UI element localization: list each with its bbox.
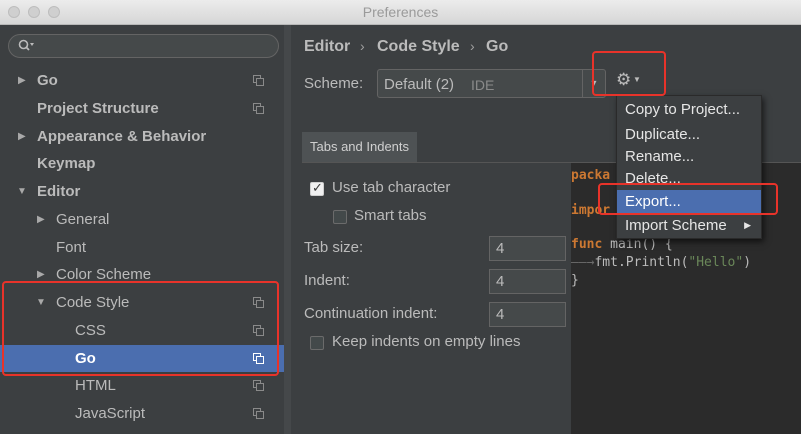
window-title: Preferences [362,4,439,20]
menu-item-label: Import Scheme [625,217,727,234]
scheme-value: Default (2) [384,76,455,93]
copy-icon [253,103,264,114]
continuation-indent-label: Continuation indent: [304,305,438,322]
sidebar-item-javascript[interactable]: JavaScript [0,400,284,427]
settings-pane: Use tab character Smart tabs Tab size: 4… [302,163,571,434]
code-package-keyword: packa [571,168,611,183]
menu-item-rename[interactable]: Rename... [617,145,761,168]
scheme-tag: IDE [471,77,495,93]
collapse-arrow-icon[interactable]: ▼ [17,178,27,205]
smart-tabs-checkbox[interactable] [333,210,347,224]
code-func-keyword: func [571,237,603,252]
use-tab-character-label: Use tab character [332,179,451,196]
indent-label: Indent: [304,272,350,289]
sidebar-item-project-structure[interactable]: Project Structure [0,95,284,122]
tab-size-field[interactable]: 4 [489,236,566,261]
highlight-box-export [598,183,778,215]
keep-indents-label: Keep indents on empty lines [332,333,521,350]
expand-arrow-icon[interactable]: ▶ [18,67,26,94]
expand-arrow-icon[interactable]: ▶ [18,123,26,150]
breadcrumb-go: Go [486,38,509,55]
tab-size-label: Tab size: [304,239,364,256]
use-tab-character-checkbox[interactable] [310,180,324,196]
menu-item-copy-to-project[interactable]: Copy to Project... [617,98,761,121]
sidebar-item-label: Keymap [37,155,96,172]
highlight-box-gear [592,51,666,96]
sidebar-item-label: Appearance & Behavior [37,128,207,145]
sidebar-item-label: Editor [37,183,81,200]
expand-arrow-icon[interactable]: ▶ [37,206,45,233]
sidebar-item-label: Font [56,239,87,256]
sidebar-item-keymap[interactable]: Keymap [0,150,284,177]
sidebar-item-label: HTML [75,377,116,394]
smart-tabs-label: Smart tabs [354,207,427,224]
indent-field[interactable]: 4 [489,269,566,294]
breadcrumb-separator: › [470,38,475,54]
sidebar-item-html[interactable]: HTML [0,372,284,399]
scheme-label: Scheme: [304,75,364,92]
sidebar-item-label: Project Structure [37,100,159,117]
code-line-println: ——→fmt.Println("Hello") [571,255,751,270]
sidebar-item-label: JavaScript [75,405,146,422]
copy-icon [253,380,264,391]
tab-tabs-and-indents[interactable]: Tabs and Indents [302,132,418,162]
sidebar-item-label: General [56,211,110,228]
code-string: "Hello" [688,255,744,270]
title-bar: Preferences [0,0,801,25]
search-input[interactable] [8,34,279,58]
code-func-signature: main() { [602,237,673,252]
tab-arrow-icon: ——→ [571,255,595,270]
gear-dropdown-menu: Copy to Project... Duplicate... Rename..… [616,95,762,239]
sidebar-item-font[interactable]: Font [0,234,284,261]
search-icon [18,39,34,56]
sidebar-scrollbar[interactable] [284,25,291,434]
code-line-func: func main() { [571,237,673,252]
breadcrumb-editor[interactable]: Editor [304,38,350,56]
submenu-arrow-icon: ▶ [744,220,751,230]
copy-icon [253,408,264,419]
code-closing-brace: } [571,273,579,288]
breadcrumb-separator: › [360,38,365,54]
menu-item-duplicate[interactable]: Duplicate... [617,123,761,146]
menu-item-import-scheme[interactable]: Import Scheme ▶ [617,214,761,237]
scheme-select[interactable]: Default (2) IDE ▾ [377,69,606,98]
copy-icon [253,75,264,86]
breadcrumb-code-style[interactable]: Code Style [377,38,460,56]
sidebar-item-general[interactable]: ▶ General [0,206,284,233]
code-call-end: ) [743,255,752,270]
sidebar-item-label: Go [37,72,58,89]
sidebar-item-editor[interactable]: ▼ Editor [0,178,284,205]
code-call: fmt.Println( [594,255,689,270]
highlight-box-code-style [2,281,279,376]
continuation-indent-field[interactable]: 4 [489,302,566,327]
sidebar-item-appearance-behavior[interactable]: ▶ Appearance & Behavior [0,123,284,150]
sidebar-item-go[interactable]: ▶ Go [0,67,284,94]
keep-indents-checkbox[interactable] [310,336,324,350]
